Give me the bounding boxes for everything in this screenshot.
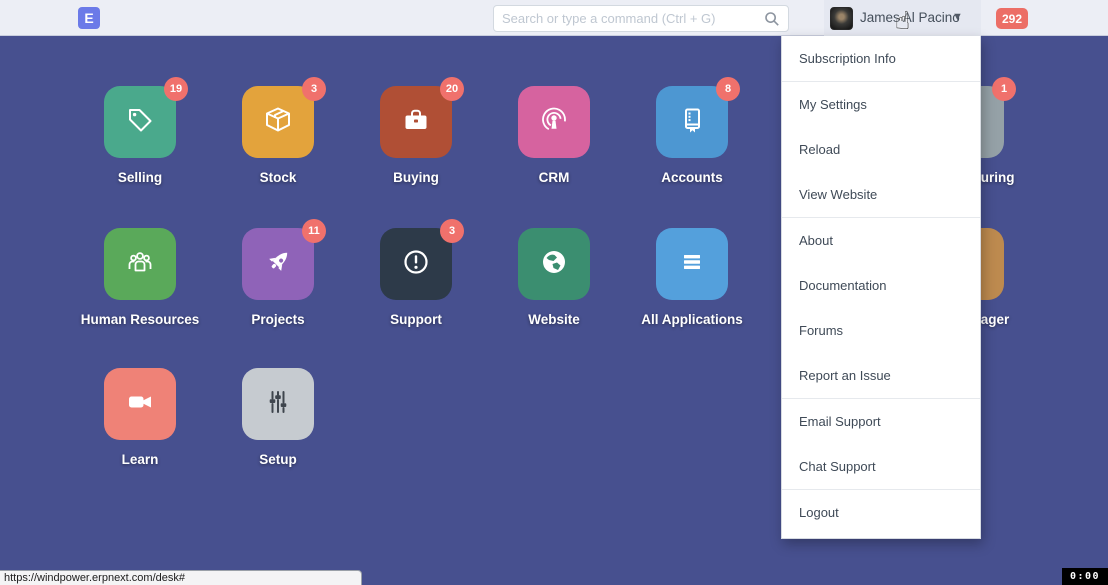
tile[interactable] [242,368,314,440]
menu-item-about[interactable]: About [782,218,980,263]
global-search [493,5,789,32]
module-tile-crm[interactable]: CRM [518,86,590,158]
module-tile-human-resources[interactable]: Human Resources [104,228,176,300]
tile-label: Accounts [661,170,723,185]
tile[interactable] [656,228,728,300]
podcast-person-icon [539,105,569,140]
menu-item-logout[interactable]: Logout [782,490,980,535]
tile-label: Support [390,312,442,327]
navbar: E James Al Pacino ▼ 292 [0,0,1108,36]
tile-badge: 19 [164,77,188,101]
globe-icon [539,247,569,282]
tile-label: Website [528,312,580,327]
hamburger-icon [677,247,707,282]
tile[interactable] [104,228,176,300]
tile-badge: 3 [302,77,326,101]
menu-item-forums[interactable]: Forums [782,308,980,353]
tile-badge: 20 [440,77,464,101]
link-preview-status-bar: https://windpower.erpnext.com/desk# [0,570,362,585]
menu-item-view-website[interactable]: View Website [782,172,980,217]
menu-item-email-support[interactable]: Email Support [782,399,980,444]
search-icon[interactable] [764,11,780,27]
tile-label: Learn [122,452,159,467]
rocket-icon [263,247,293,282]
tile-label: Projects [251,312,304,327]
tile[interactable] [518,228,590,300]
module-tile-selling[interactable]: 19 Selling [104,86,176,158]
screen-recorder-timer: 0:00 [1062,568,1108,585]
tile-badge: 1 [992,77,1016,101]
exclamation-circle-icon [401,247,431,282]
module-tile-website[interactable]: Website [518,228,590,300]
menu-item-reload[interactable]: Reload [782,127,980,172]
chevron-down-icon[interactable]: ▼ [952,0,963,36]
module-tile-support[interactable]: 3 Support [380,228,452,300]
tile-label: Setup [259,452,297,467]
module-tile-projects[interactable]: 11 Projects [242,228,314,300]
module-tile-accounts[interactable]: 8 Accounts [656,86,728,158]
tile-badge: 3 [440,219,464,243]
tile[interactable] [242,228,314,300]
tile[interactable] [656,86,728,158]
tile-label: All Applications [641,312,743,327]
menu-item-subscription-info[interactable]: Subscription Info [782,36,980,81]
box-icon [263,105,293,140]
menu-item-my-settings[interactable]: My Settings [782,82,980,127]
tile-label: Human Resources [81,312,200,327]
tile[interactable] [380,86,452,158]
user-dropdown-menu: Subscription Info My Settings Reload Vie… [781,36,981,539]
tile[interactable] [380,228,452,300]
app-logo[interactable]: E [78,7,100,29]
user-name[interactable]: James Al Pacino [860,0,960,36]
tile-label: Selling [118,170,162,185]
tile-label: Buying [393,170,439,185]
module-tile-buying[interactable]: 20 Buying [380,86,452,158]
module-tile-learn[interactable]: Learn [104,368,176,440]
tag-icon [125,105,155,140]
briefcase-icon [401,105,431,140]
menu-item-chat-support[interactable]: Chat Support [782,444,980,489]
tile[interactable] [104,368,176,440]
search-input[interactable] [502,11,764,26]
tile[interactable] [104,86,176,158]
sliders-icon [263,387,293,422]
tile-label: Stock [260,170,297,185]
video-camera-icon [125,387,155,422]
tile[interactable] [242,86,314,158]
tile-badge: 11 [302,219,326,243]
user-avatar[interactable] [830,7,853,30]
module-tile-setup[interactable]: Setup [242,368,314,440]
tile-badge: 8 [716,77,740,101]
menu-item-documentation[interactable]: Documentation [782,263,980,308]
people-icon [125,247,155,282]
ledger-book-icon [677,105,707,140]
module-tile-stock[interactable]: 3 Stock [242,86,314,158]
tile-label: CRM [539,170,570,185]
module-tile-all-applications[interactable]: All Applications [656,228,728,300]
tile[interactable] [518,86,590,158]
erpnext-desk: E James Al Pacino ▼ 292 Subscription Inf… [0,0,1108,585]
menu-item-report-an-issue[interactable]: Report an Issue [782,353,980,398]
notification-count-badge[interactable]: 292 [996,8,1028,29]
